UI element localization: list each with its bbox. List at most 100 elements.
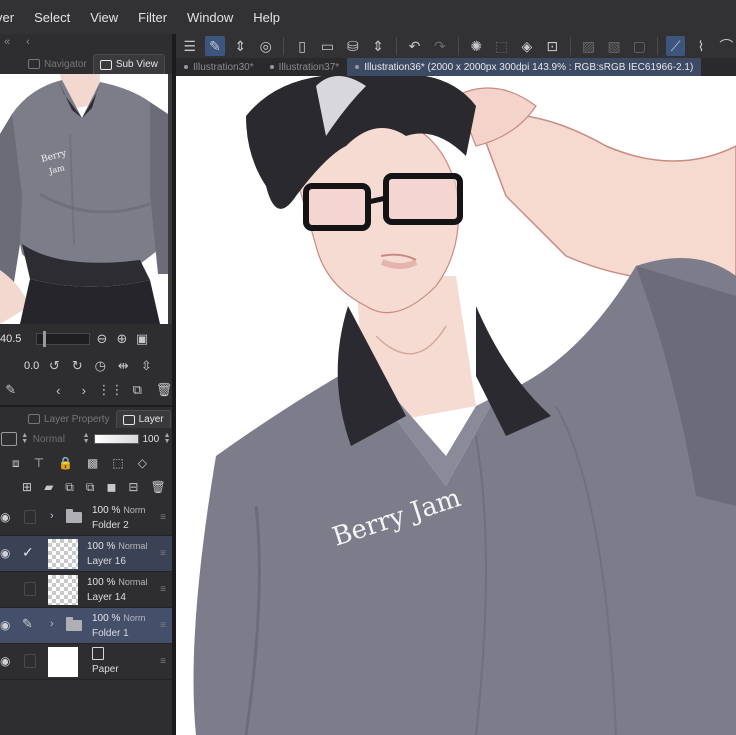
save-icon[interactable]: ⛁ — [343, 36, 362, 56]
loading-icon[interactable]: ✺ — [467, 36, 486, 56]
opacity-value[interactable]: 100 — [142, 434, 159, 445]
lock-transparency-icon[interactable]: ▩ — [87, 456, 98, 470]
chevron-left-icon[interactable]: ‹ — [26, 36, 30, 48]
menu-window[interactable]: Window — [177, 10, 243, 25]
doc-tab-illustration30[interactable]: Illustration30* — [176, 58, 262, 76]
undo-icon[interactable]: ↶ — [405, 36, 424, 56]
tab-layer[interactable]: Layer — [115, 410, 171, 428]
drag-handle-icon[interactable]: ≡ — [160, 584, 166, 595]
panel-divider[interactable] — [0, 405, 172, 407]
mask-icon[interactable]: ⬚ — [112, 456, 123, 470]
fit-window-icon[interactable]: ▣ — [134, 331, 150, 347]
open-folder-icon[interactable]: ▭ — [318, 36, 337, 56]
layer-lock-box[interactable] — [24, 582, 36, 596]
delete-image-icon[interactable]: 🗑 — [156, 382, 173, 398]
layer-lock-box[interactable] — [24, 654, 36, 668]
eyedropper-icon[interactable]: ✎ — [4, 382, 18, 398]
opacity-spinner[interactable]: ▲ ▼ — [162, 432, 172, 446]
clip-lower-layer-icon[interactable]: ⧈ — [12, 456, 20, 471]
toggle-icon[interactable]: ⇕ — [231, 36, 250, 56]
ruler-icon[interactable]: ◇ — [138, 456, 147, 470]
brush-icon[interactable]: ⌇ — [691, 36, 710, 56]
blend-mode-spinner[interactable]: ▲ ▼ — [81, 432, 91, 446]
menu-filter[interactable]: Filter — [128, 10, 177, 25]
layer-row-layer-14[interactable]: 100 % Normal Layer 14 ≡ — [0, 572, 172, 608]
layer-row-folder-1[interactable]: ◉ ✎ › 100 % Norm Folder 1 ≡ — [0, 608, 172, 644]
blend-spinner[interactable]: ▲ ▼ — [20, 432, 30, 446]
blending-mode-icon[interactable] — [1, 432, 17, 446]
apply-mask-icon[interactable]: ⊟ — [128, 480, 138, 494]
layer-lock-box[interactable] — [24, 510, 36, 524]
target-icon[interactable]: ◎ — [256, 36, 275, 56]
fill-icon[interactable]: ◈ — [517, 36, 536, 56]
zoom-in-icon[interactable]: ⊕ — [114, 331, 130, 347]
menu-icon[interactable]: ☰ — [180, 36, 199, 56]
checkmark-icon[interactable]: ✓ — [22, 544, 34, 561]
fill-selection-icon[interactable]: ▢ — [630, 36, 649, 56]
blend-mode-select[interactable]: Normal — [33, 434, 78, 445]
tab-navigator[interactable]: Navigator — [22, 54, 93, 74]
close-tab-icon[interactable] — [269, 65, 274, 69]
tab-sub-view[interactable]: Sub View — [92, 54, 165, 74]
tab-layer-property[interactable]: Layer Property — [22, 410, 116, 428]
flip-horizontal-icon[interactable]: ⇹ — [115, 358, 131, 374]
eye-icon[interactable]: ◉ — [0, 546, 16, 560]
drag-handle-icon[interactable]: ≡ — [160, 512, 166, 523]
chevron-right-icon[interactable]: › — [50, 618, 54, 630]
layer-mask-icon[interactable]: ◼ — [106, 480, 116, 494]
sub-view-preview[interactable]: Berry Jam — [0, 74, 168, 324]
menu-layer[interactable]: yer — [0, 10, 24, 25]
next-image-icon[interactable]: › — [77, 382, 91, 398]
rotation-value[interactable]: 0.0 — [24, 360, 39, 372]
zoom-value[interactable]: 40.5 — [0, 333, 32, 345]
smudge-icon[interactable]: ⌒ — [717, 36, 736, 56]
layer-row-folder-2[interactable]: ◉ › 100 % Norm Folder 2 ≡ — [0, 500, 172, 536]
zoom-out-icon[interactable]: ⊖ — [94, 331, 110, 347]
flip-vertical-icon[interactable]: ⇳ — [138, 358, 154, 374]
combine-layers-icon[interactable]: ⧉ — [86, 480, 95, 495]
drag-handle-icon[interactable]: ≡ — [160, 548, 166, 559]
new-document-icon[interactable]: ▯ — [292, 36, 311, 56]
save-options-icon[interactable]: ⇕ — [368, 36, 387, 56]
eye-icon[interactable]: ◉ — [0, 618, 16, 632]
drag-handle-icon[interactable]: ≡ — [160, 620, 166, 631]
menu-help[interactable]: Help — [243, 10, 290, 25]
drawing-canvas[interactable]: Berry Jam — [176, 76, 736, 735]
pen-pressure-icon[interactable]: ⟋ — [665, 36, 686, 56]
import-image-icon[interactable]: ⧉ — [131, 382, 145, 398]
clear-icon[interactable]: ▨ — [579, 36, 598, 56]
grid-view-icon[interactable]: ⋮⋮ — [98, 382, 124, 398]
close-tab-icon[interactable] — [184, 65, 188, 69]
rotate-left-icon[interactable]: ↺ — [46, 358, 62, 374]
eye-icon[interactable]: ◉ — [0, 654, 16, 668]
zoom-slider[interactable] — [36, 331, 90, 347]
opacity-slider[interactable] — [94, 434, 140, 444]
pen-icon[interactable]: ✎ — [22, 616, 33, 632]
previous-image-icon[interactable]: ‹ — [52, 382, 66, 398]
collapse-dock-icon[interactable]: « — [4, 36, 10, 48]
zoom-slider-knob[interactable] — [43, 331, 46, 347]
deselect-icon[interactable]: ⬚ — [492, 36, 511, 56]
close-tab-icon[interactable] — [355, 65, 360, 69]
reference-layer-icon[interactable]: ⊤ — [34, 456, 44, 470]
clear-outside-icon[interactable]: ▧ — [604, 36, 623, 56]
drag-handle-icon[interactable]: ≡ — [160, 656, 166, 667]
redo-icon[interactable]: ↷ — [430, 36, 449, 56]
transform-icon[interactable]: ⊡ — [543, 36, 562, 56]
doc-tab-illustration37[interactable]: Illustration37* — [262, 58, 348, 76]
reset-rotation-icon[interactable]: ◷ — [92, 358, 108, 374]
transfer-lower-icon[interactable]: ⧉ — [65, 480, 74, 495]
menu-select[interactable]: Select — [24, 10, 80, 25]
doc-tab-illustration36[interactable]: Illustration36* (2000 x 2000px 300dpi 14… — [347, 58, 702, 76]
delete-layer-icon[interactable]: 🗑 — [150, 480, 165, 494]
new-folder-icon[interactable]: ▰ — [44, 480, 53, 494]
new-raster-layer-icon[interactable]: ⊞ — [22, 480, 32, 494]
layer-row-layer-16[interactable]: ◉ ✓ 100 % Normal Layer 16 ≡ — [0, 536, 172, 572]
eye-icon[interactable]: ◉ — [0, 510, 16, 524]
edit-layer-icon[interactable]: ✎ — [205, 36, 225, 56]
rotate-right-icon[interactable]: ↻ — [69, 358, 85, 374]
menu-view[interactable]: View — [80, 10, 128, 25]
chevron-right-icon[interactable]: › — [50, 510, 54, 522]
layer-row-paper[interactable]: ◉ Paper ≡ — [0, 644, 172, 680]
lock-layer-icon[interactable]: 🔒 — [58, 456, 73, 470]
